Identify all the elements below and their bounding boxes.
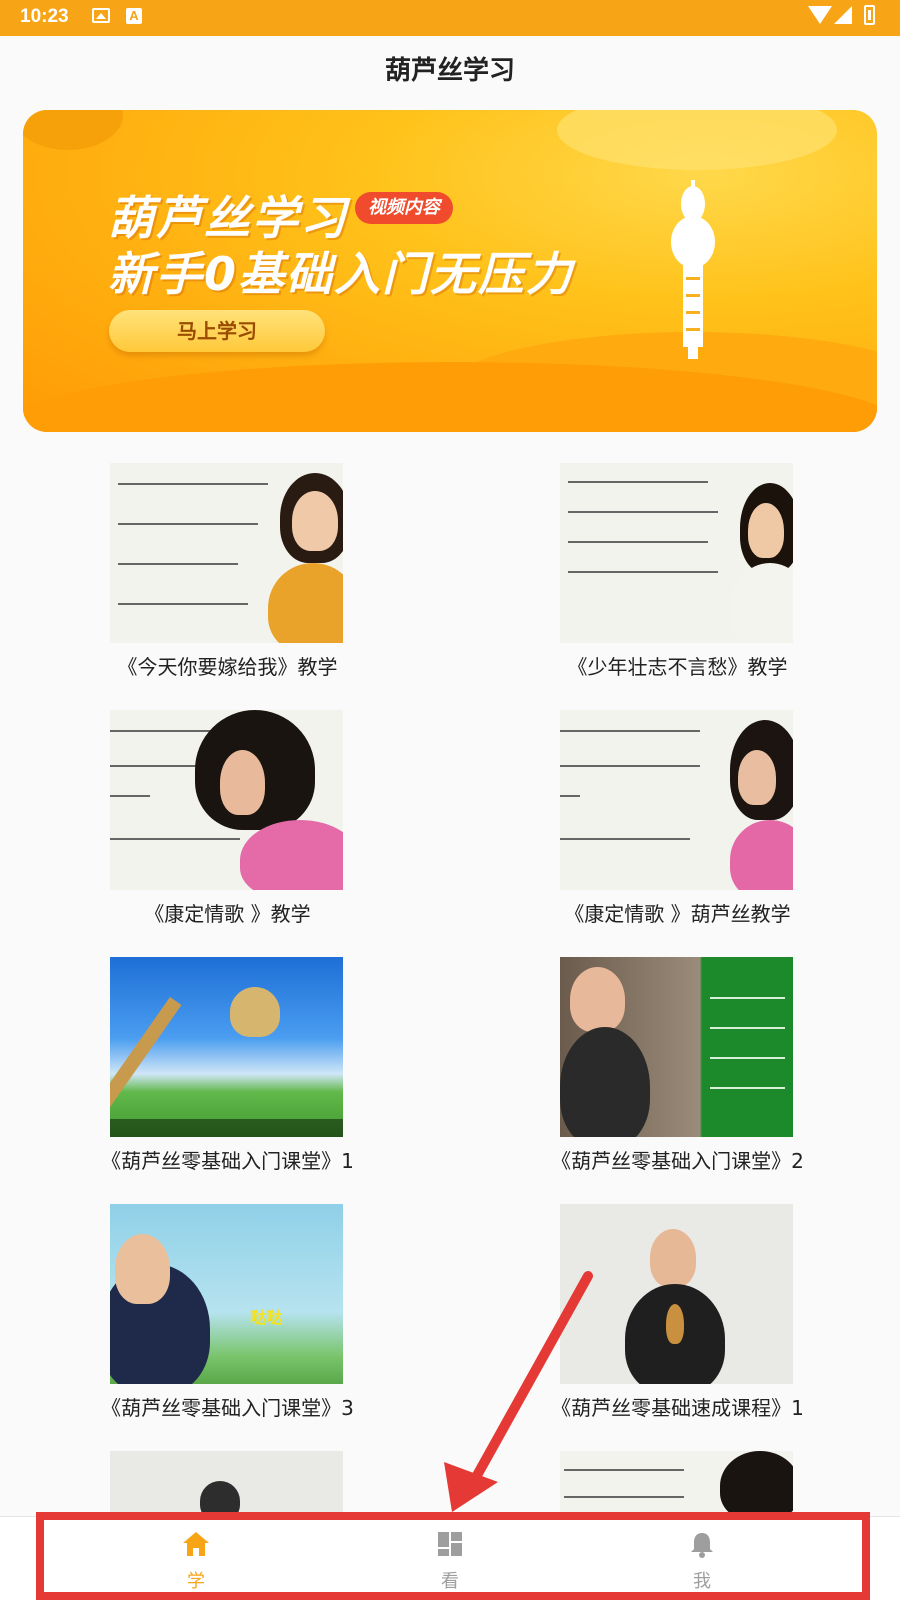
promo-banner[interactable]: 葫芦丝学习 视频内容 新手0基础入门无压力 马上学习 — [23, 110, 877, 432]
video-title: 《葫芦丝零基础入门课堂》3 — [101, 1396, 354, 1420]
learn-now-button[interactable]: 马上学习 — [109, 310, 325, 352]
status-time: 10:23 — [20, 6, 69, 27]
banner-tag: 视频内容 — [355, 192, 453, 224]
video-title: 《少年壮志不言愁》教学 — [567, 655, 788, 679]
video-thumbnail[interactable] — [560, 957, 793, 1137]
annotation-highlight-box — [36, 1512, 870, 1600]
video-title: 《葫芦丝零基础入门课堂》1 — [101, 1149, 354, 1173]
app-notification-icon: A — [126, 8, 142, 24]
banner-subtitle: 新手0基础入门无压力 — [108, 247, 575, 301]
video-title: 《康定情歌 》葫芦丝教学 — [564, 902, 791, 926]
wifi-icon — [808, 6, 832, 24]
video-thumbnail[interactable] — [110, 1451, 343, 1516]
page-title: 葫芦丝学习 — [384, 56, 515, 86]
status-bar: 10:23 A — [0, 0, 900, 36]
video-title: 《葫芦丝零基础入门课堂》2 — [551, 1149, 804, 1173]
hulusi-icon — [671, 180, 715, 359]
video-title: 《葫芦丝零基础速成课程》1 — [551, 1396, 804, 1420]
video-thumbnail[interactable] — [560, 1451, 793, 1516]
video-thumbnail[interactable] — [110, 463, 343, 643]
video-thumbnail[interactable] — [110, 957, 343, 1137]
video-thumbnail[interactable] — [560, 463, 793, 643]
banner-decoration — [23, 110, 123, 150]
video-title: 《今天你要嫁给我》教学 — [117, 655, 338, 679]
video-thumbnail[interactable] — [110, 710, 343, 890]
signal-icon — [834, 6, 852, 24]
video-thumbnail[interactable] — [560, 1204, 793, 1384]
video-thumbnail[interactable] — [560, 710, 793, 890]
battery-icon — [864, 5, 875, 25]
image-notification-icon — [92, 8, 110, 23]
video-title: 《康定情歌 》教学 — [144, 902, 311, 926]
banner-decoration — [557, 110, 837, 170]
video-thumbnail[interactable]: 哒哒 — [110, 1204, 343, 1384]
